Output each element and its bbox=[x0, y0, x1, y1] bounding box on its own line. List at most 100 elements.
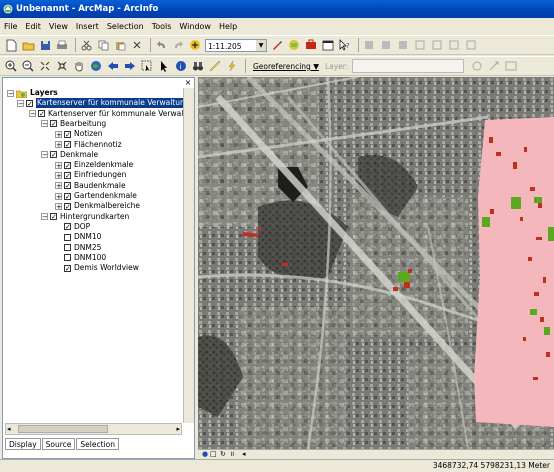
georeferencing-menu[interactable]: Georeferencing ▼ bbox=[253, 62, 319, 71]
toc-item[interactable]: + ✓ Gartendenkmale bbox=[55, 191, 137, 201]
collapse-minus-icon[interactable]: − bbox=[17, 99, 24, 107]
pause-icon[interactable]: ॥ bbox=[230, 450, 234, 459]
save-icon[interactable] bbox=[38, 38, 52, 52]
forward-arrow-icon[interactable] bbox=[123, 59, 137, 73]
layout-view-icon[interactable]: □ bbox=[210, 450, 217, 459]
expand-plus-icon[interactable]: + bbox=[55, 171, 62, 179]
new-document-icon[interactable] bbox=[4, 38, 18, 52]
toc-item[interactable]: DNM10 bbox=[55, 232, 101, 242]
scroll-right-arrow-icon[interactable]: ▸ bbox=[176, 424, 180, 434]
layer-visibility-checkbox[interactable]: ✓ bbox=[50, 151, 57, 159]
scroll-left-arrow-icon[interactable]: ◂ bbox=[242, 450, 246, 459]
expand-plus-icon[interactable]: + bbox=[55, 141, 62, 149]
toc-item[interactable]: − ✓ Hintergrundkarten bbox=[41, 212, 129, 222]
toc-item[interactable]: ✓ DOP bbox=[55, 222, 90, 232]
expand-plus-icon[interactable]: + bbox=[55, 161, 62, 169]
hyperlink-icon[interactable] bbox=[225, 59, 239, 73]
add-data-icon[interactable] bbox=[188, 38, 202, 52]
layer-visibility-checkbox[interactable]: ✓ bbox=[64, 202, 71, 210]
layer-visibility-checkbox[interactable]: ✓ bbox=[38, 110, 45, 118]
toc-item[interactable]: + ✓ Baudenkmale bbox=[55, 181, 126, 191]
editor-toolbar-icon[interactable] bbox=[270, 38, 284, 52]
tab-display[interactable]: Display bbox=[5, 438, 41, 450]
find-binoculars-icon[interactable] bbox=[191, 59, 205, 73]
full-extent-icon[interactable] bbox=[89, 59, 103, 73]
menu-window[interactable]: Window bbox=[179, 22, 211, 31]
tab-selection[interactable]: Selection bbox=[76, 438, 119, 450]
expand-plus-icon[interactable]: + bbox=[55, 202, 62, 210]
layer-visibility-checkbox[interactable]: ✓ bbox=[64, 182, 71, 190]
layer-visibility-checkbox[interactable]: ✓ bbox=[64, 130, 71, 138]
toc-item[interactable]: − Layers bbox=[7, 88, 58, 98]
zoom-out-icon[interactable] bbox=[21, 59, 35, 73]
expand-plus-icon[interactable]: + bbox=[55, 182, 62, 190]
tab-source[interactable]: Source bbox=[41, 438, 76, 450]
zoom-in-icon[interactable] bbox=[4, 59, 18, 73]
select-elements-icon[interactable] bbox=[157, 59, 171, 73]
layer-dropdown[interactable] bbox=[352, 59, 465, 73]
menu-file[interactable]: File bbox=[4, 22, 17, 31]
chevron-down-icon[interactable]: ▼ bbox=[256, 39, 266, 51]
layer-visibility-checkbox[interactable]: ✓ bbox=[26, 99, 33, 107]
layer-visibility-checkbox[interactable]: ✓ bbox=[50, 120, 57, 128]
whats-this-icon[interactable]: ? bbox=[338, 38, 352, 52]
layer-visibility-checkbox[interactable]: ✓ bbox=[64, 141, 71, 149]
close-icon[interactable]: × bbox=[184, 79, 192, 87]
toc-item[interactable]: + ✓ Einzeldenkmale bbox=[55, 160, 133, 170]
delete-icon[interactable] bbox=[130, 38, 144, 52]
measure-icon[interactable] bbox=[208, 59, 222, 73]
toc-item[interactable]: + ✓ Flächennotiz bbox=[55, 140, 122, 150]
identify-icon[interactable]: i bbox=[174, 59, 188, 73]
toc-item[interactable]: DNM100 bbox=[55, 253, 106, 263]
layer-visibility-checkbox[interactable] bbox=[64, 244, 71, 251]
toc-item[interactable]: − ✓ Kartenserver für kommunale Verwaltun bbox=[29, 109, 183, 119]
expand-plus-icon[interactable]: + bbox=[55, 130, 62, 138]
map-scale-field[interactable]: 1:11.205 ▼ bbox=[205, 38, 267, 52]
print-icon[interactable] bbox=[55, 38, 69, 52]
collapse-minus-icon[interactable]: − bbox=[41, 120, 48, 128]
menu-tools[interactable]: Tools bbox=[152, 22, 172, 31]
layer-visibility-checkbox[interactable] bbox=[64, 233, 71, 241]
layer-visibility-checkbox[interactable]: ✓ bbox=[64, 223, 71, 231]
toc-item[interactable]: − ✓ Bearbeitung bbox=[41, 119, 106, 129]
layer-visibility-checkbox[interactable]: ✓ bbox=[50, 213, 57, 221]
expand-plus-icon[interactable]: + bbox=[55, 192, 62, 200]
toc-item[interactable]: DNM25 bbox=[55, 243, 101, 253]
arccatalog-icon[interactable] bbox=[287, 38, 301, 52]
menu-help[interactable]: Help bbox=[219, 22, 237, 31]
toc-item[interactable]: + ✓ Notizen bbox=[55, 129, 103, 139]
toc-item[interactable]: − ✓ Denkmale bbox=[41, 150, 98, 160]
fixed-zoom-in-icon[interactable] bbox=[38, 59, 52, 73]
undo-icon[interactable] bbox=[154, 38, 168, 52]
layer-visibility-checkbox[interactable]: ✓ bbox=[64, 171, 71, 179]
collapse-minus-icon[interactable]: − bbox=[41, 213, 48, 221]
layer-visibility-checkbox[interactable]: ✓ bbox=[64, 192, 71, 200]
menu-selection[interactable]: Selection bbox=[107, 22, 144, 31]
toc-item[interactable]: ✓ Demis Worldview bbox=[55, 263, 139, 273]
paste-icon[interactable] bbox=[113, 38, 127, 52]
scroll-thumb[interactable] bbox=[18, 425, 108, 433]
horizontal-scrollbar[interactable]: ◂ ▸ bbox=[5, 423, 182, 435]
collapse-minus-icon[interactable]: − bbox=[41, 151, 48, 159]
toc-item[interactable]: − ✓ Kartenserver für kommunale Verwaltunge… bbox=[17, 98, 183, 109]
data-view-icon[interactable]: ● bbox=[202, 450, 208, 459]
cut-icon[interactable] bbox=[79, 38, 93, 52]
map-display[interactable] bbox=[198, 77, 554, 449]
menu-insert[interactable]: Insert bbox=[76, 22, 99, 31]
toc-item[interactable]: + ✓ Denkmalbereiche bbox=[55, 201, 140, 211]
layer-visibility-checkbox[interactable] bbox=[64, 254, 71, 262]
scroll-left-arrow-icon[interactable]: ◂ bbox=[7, 424, 11, 434]
layer-visibility-checkbox[interactable]: ✓ bbox=[64, 264, 71, 272]
menu-edit[interactable]: Edit bbox=[25, 22, 41, 31]
fixed-zoom-out-icon[interactable] bbox=[55, 59, 69, 73]
collapse-minus-icon[interactable]: − bbox=[29, 110, 36, 118]
vertical-scrollbar[interactable] bbox=[183, 88, 194, 423]
back-arrow-icon[interactable] bbox=[106, 59, 120, 73]
copy-icon[interactable] bbox=[96, 38, 110, 52]
pan-hand-icon[interactable] bbox=[72, 59, 86, 73]
toc-item[interactable]: + ✓ Einfriedungen bbox=[55, 170, 126, 180]
collapse-minus-icon[interactable]: − bbox=[7, 89, 14, 97]
open-folder-icon[interactable] bbox=[21, 38, 35, 52]
redo-icon[interactable] bbox=[171, 38, 185, 52]
refresh-icon[interactable]: ↻ bbox=[220, 450, 226, 459]
